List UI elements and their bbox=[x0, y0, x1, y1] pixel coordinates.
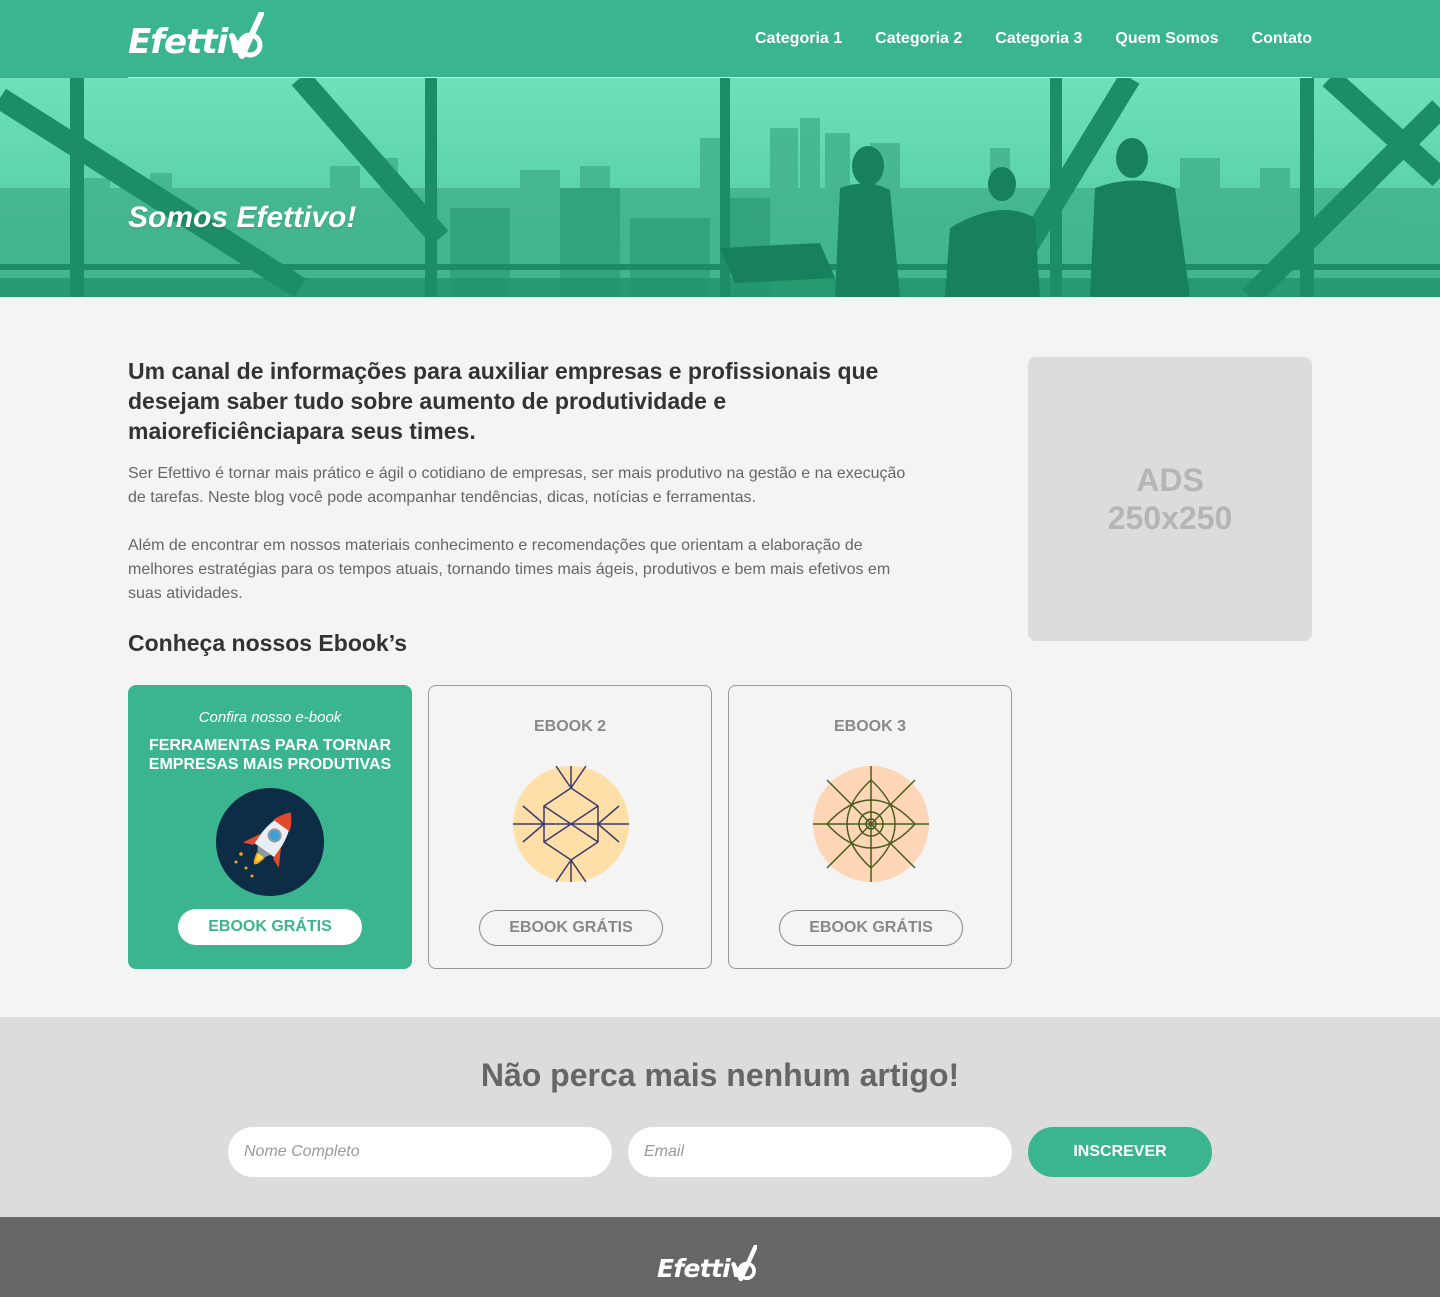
efettivo-logo-mark: Efettiv bbox=[657, 1245, 757, 1283]
hero-title: Somos Efettivo! bbox=[128, 201, 357, 234]
ads-placeholder[interactable]: ADS 250x250 bbox=[1028, 357, 1312, 641]
ebook-card-label: EBOOK 2 bbox=[533, 718, 606, 735]
ebook-card-featured[interactable]: Confira nosso e-book FERRAMENTAS PARA TO… bbox=[128, 685, 412, 969]
hexagon-pattern-icon bbox=[513, 766, 629, 882]
rocket-icon bbox=[216, 788, 324, 896]
nav-item-quem-somos[interactable]: Quem Somos bbox=[1115, 30, 1218, 48]
newsletter-section: Não perca mais nenhum artigo! INSCREVER bbox=[0, 1017, 1440, 1217]
intro-title: Um canal de informações para auxiliar em… bbox=[128, 358, 879, 444]
hero-banner: Somos Efettivo! bbox=[0, 78, 1440, 297]
site-footer: Efettiv bbox=[0, 1217, 1440, 1297]
intro-paragraph-1: Ser Efettivo é tornar mais prático e ági… bbox=[128, 465, 906, 506]
footer-logo[interactable]: Efettiv bbox=[657, 1235, 757, 1285]
newsletter-title: Não perca mais nenhum artigo! bbox=[480, 1057, 960, 1093]
intro-paragraph-2: Além de encontrar em nossos materiais co… bbox=[128, 537, 891, 602]
ebook-3-download-button[interactable]: EBOOK GRÁTIS bbox=[779, 910, 963, 946]
hero-city-image bbox=[0, 78, 1440, 297]
eye-pattern-icon bbox=[813, 766, 929, 882]
ebook-2-download-button[interactable]: EBOOK GRÁTIS bbox=[479, 910, 663, 946]
brand-logo[interactable]: Efettiv bbox=[128, 12, 264, 62]
nav-item-contato[interactable]: Contato bbox=[1252, 30, 1312, 48]
main-nav: Categoria 1 Categoria 2 Categoria 3 Quem… bbox=[755, 30, 1312, 48]
ebook-card-label: EBOOK 3 bbox=[833, 718, 906, 735]
name-field[interactable] bbox=[228, 1127, 612, 1177]
nav-item-categoria-3[interactable]: Categoria 3 bbox=[995, 30, 1082, 48]
ads-label: ADS bbox=[1136, 462, 1204, 498]
email-field[interactable] bbox=[628, 1127, 1012, 1177]
site-header: Efettiv Categoria 1 Categoria 2 Categori… bbox=[0, 0, 1440, 78]
ebook-card-3[interactable]: EBOOK 3 EBOOK GRÁTIS bbox=[728, 685, 1012, 969]
ebook-card-2[interactable]: EBOOK 2 EBOOK GRÁTIS bbox=[428, 685, 712, 969]
ebook-card-pre: Confira nosso e-book bbox=[198, 709, 342, 726]
nav-item-categoria-2[interactable]: Categoria 2 bbox=[875, 30, 962, 48]
ebook-card-headline: FERRAMENTAS PARA TORNAR EMPRESAS MAIS PR… bbox=[148, 737, 392, 773]
nav-item-categoria-1[interactable]: Categoria 1 bbox=[755, 30, 842, 48]
subscribe-button[interactable]: INSCREVER bbox=[1028, 1127, 1212, 1177]
efettivo-logo-mark: Efettiv bbox=[128, 12, 264, 62]
ebooks-section-title: Conheça nossos Ebook’s bbox=[128, 630, 408, 656]
ebook-1-download-button[interactable]: EBOOK GRÁTIS bbox=[178, 909, 362, 945]
ads-size: 250x250 bbox=[1107, 500, 1233, 536]
